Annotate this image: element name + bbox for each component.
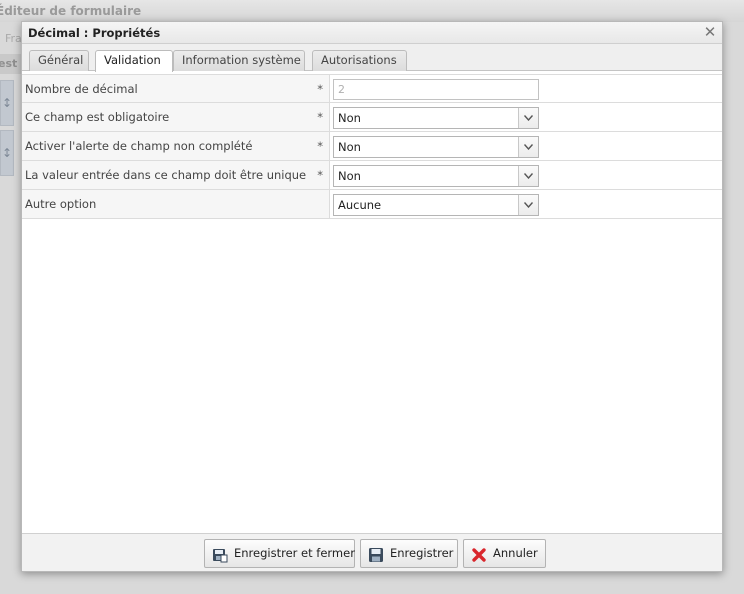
form-row: Nombre de décimal * (22, 74, 722, 103)
properties-dialog: Décimal : Propriétés ✕ Général Validatio… (21, 21, 723, 572)
red-x-icon (471, 546, 487, 562)
unique-value-select[interactable]: Non (333, 165, 539, 187)
dialog-header[interactable]: Décimal : Propriétés ✕ (22, 22, 722, 44)
field-label: Nombre de décimal * (22, 75, 330, 102)
chevron-down-icon[interactable] (518, 108, 538, 128)
dialog-title: Décimal : Propriétés (28, 26, 161, 40)
properties-form: Nombre de décimal * Ce champ est obligat… (22, 74, 722, 219)
button-label: Enregistrer (390, 546, 454, 560)
background-drag-handle: ↕ (0, 80, 14, 126)
select-value: Non (338, 111, 361, 125)
tab-general[interactable]: Général (29, 50, 89, 71)
other-option-select[interactable]: Aucune (333, 194, 539, 216)
field-value-cell: Non (330, 132, 722, 160)
background-drag-handle: ↕ (0, 130, 14, 176)
select-value: Aucune (338, 198, 382, 212)
field-value-cell: Non (330, 161, 722, 189)
save-button[interactable]: Enregistrer (360, 539, 458, 568)
field-label: La valeur entrée dans ce champ doit être… (22, 161, 330, 189)
chevron-down-icon[interactable] (518, 166, 538, 186)
required-marker: * (317, 139, 323, 153)
field-value-cell (330, 75, 722, 102)
select-value: Non (338, 140, 361, 154)
close-icon[interactable]: ✕ (702, 24, 718, 40)
cancel-button[interactable]: Annuler (463, 539, 546, 568)
floppy-disk-icon (368, 546, 384, 562)
incomplete-alert-select[interactable]: Non (333, 136, 539, 158)
background-page-title: Éditeur de formulaire (0, 0, 744, 22)
required-marker: * (317, 168, 323, 182)
required-field-select[interactable]: Non (333, 107, 539, 129)
required-marker: * (317, 110, 323, 124)
form-row: Activer l'alerte de champ non complété *… (22, 132, 722, 161)
tab-label: Général (38, 53, 84, 67)
form-row: Ce champ est obligatoire * Non (22, 103, 722, 132)
tab-label: Autorisations (321, 53, 397, 67)
field-label: Activer l'alerte de champ non complété * (22, 132, 330, 160)
tab-label: Information système (182, 53, 301, 67)
field-label: Autre option (22, 190, 330, 218)
form-row: Autre option Aucune (22, 190, 722, 219)
required-marker: * (317, 82, 323, 96)
tab-information-systeme[interactable]: Information système (173, 50, 305, 71)
form-row: La valeur entrée dans ce champ doit être… (22, 161, 722, 190)
tab-validation[interactable]: Validation (95, 50, 173, 72)
button-label: Enregistrer et fermer (234, 546, 355, 560)
chevron-down-icon[interactable] (518, 137, 538, 157)
decimal-count-input[interactable] (333, 79, 539, 100)
tab-bar: Général Validation Information système A… (22, 44, 722, 72)
save-and-close-icon (212, 546, 228, 563)
button-label: Annuler (493, 546, 538, 560)
field-label: Ce champ est obligatoire * (22, 103, 330, 131)
field-value-cell: Aucune (330, 190, 722, 218)
select-value: Non (338, 169, 361, 183)
field-value-cell: Non (330, 103, 722, 131)
tab-label: Validation (104, 53, 161, 67)
save-and-close-button[interactable]: Enregistrer et fermer (204, 539, 355, 568)
dialog-footer: Enregistrer et fermer Enregistrer Annule… (22, 533, 722, 571)
chevron-down-icon[interactable] (518, 195, 538, 215)
tab-autorisations[interactable]: Autorisations (312, 50, 407, 71)
